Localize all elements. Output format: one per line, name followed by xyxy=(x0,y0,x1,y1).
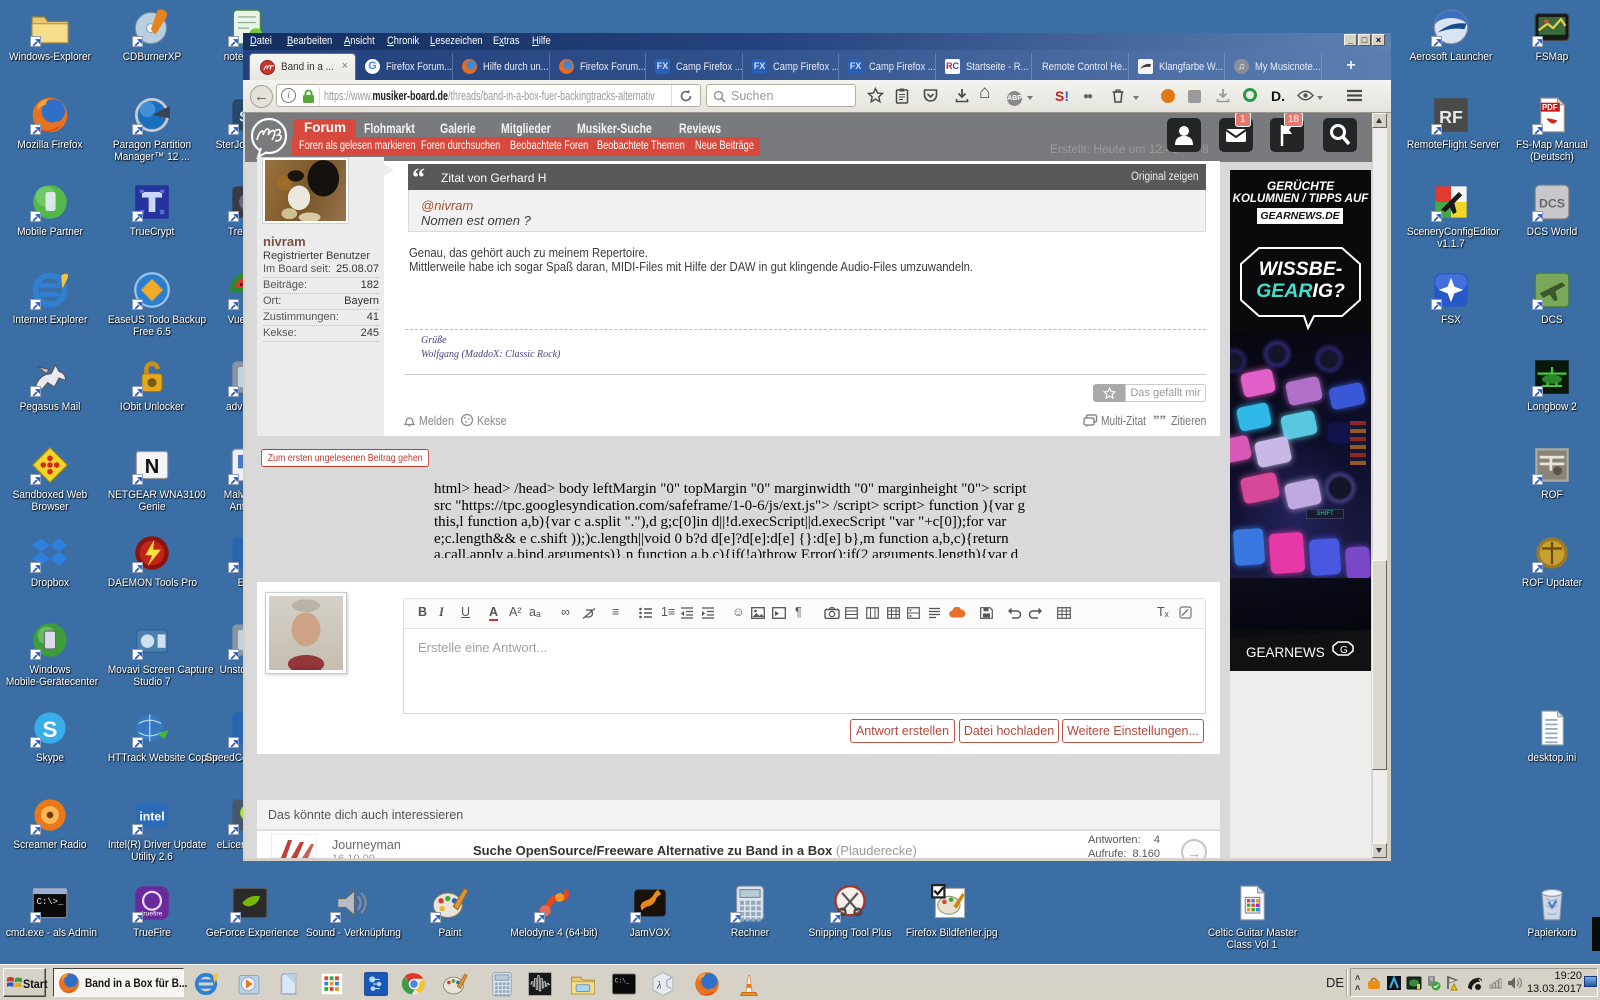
svg-text:truefire: truefire xyxy=(142,910,163,917)
svg-text:S: S xyxy=(43,717,58,742)
svg-text:C:\>_: C:\>_ xyxy=(37,897,64,907)
svg-text:DCS: DCS xyxy=(1539,197,1565,211)
svg-text:λ: λ xyxy=(656,980,662,992)
svg-text:G: G xyxy=(1340,645,1348,656)
svg-text:PDF: PDF xyxy=(1542,103,1558,112)
svg-text:RF: RF xyxy=(1439,107,1463,127)
svg-text:N: N xyxy=(145,456,160,478)
svg-text:C:\_: C:\_ xyxy=(615,977,630,984)
svg-text:intel: intel xyxy=(139,810,164,824)
svg-text:GEARNEWS: GEARNEWS xyxy=(1246,645,1325,660)
